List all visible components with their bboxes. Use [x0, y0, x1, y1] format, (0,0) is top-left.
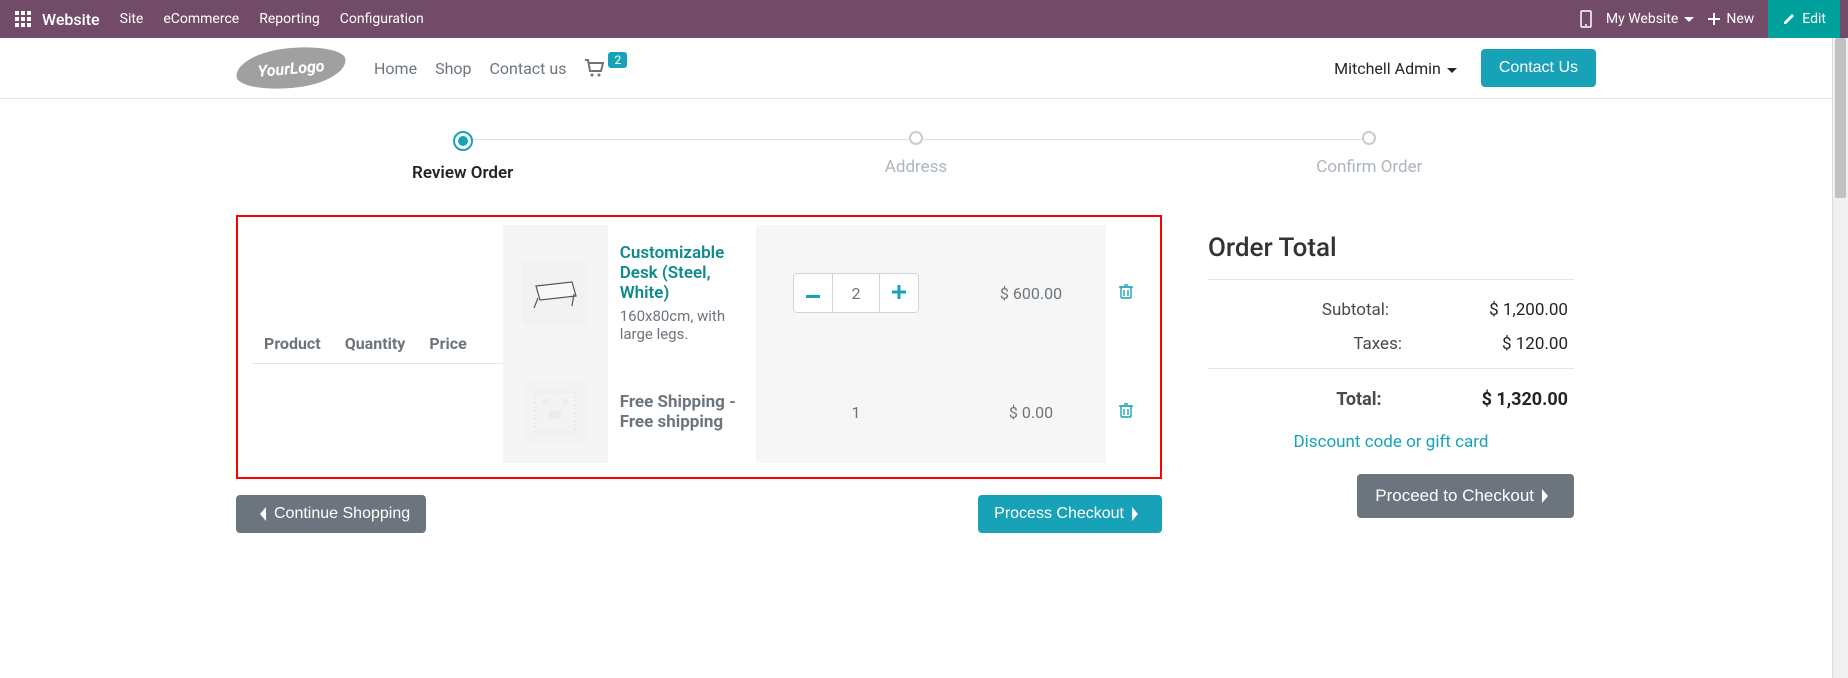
qty-value[interactable]: 2: [832, 274, 880, 312]
menu-ecommerce[interactable]: eCommerce: [163, 11, 239, 27]
order-summary: Order Total Subtotal: $ 1,200.00 Taxes: …: [1186, 215, 1596, 536]
proceed-checkout-button[interactable]: Proceed to Checkout: [1357, 474, 1574, 518]
step-dot-active: [453, 131, 473, 151]
qty-decrease-button[interactable]: [794, 274, 832, 312]
edit-button[interactable]: Edit: [1768, 0, 1840, 38]
process-checkout-label: Process Checkout: [994, 505, 1124, 523]
cart-row: Customizable Desk (Steel, White) 160x80c…: [503, 225, 1146, 361]
line-price: $ 600.00: [956, 225, 1106, 361]
new-button[interactable]: New: [1708, 11, 1754, 27]
contact-us-button[interactable]: Contact Us: [1481, 49, 1596, 87]
chevron-right-icon: [1130, 507, 1140, 521]
product-image: [522, 379, 588, 445]
apps-icon[interactable]: [14, 10, 32, 28]
total-value: $ 1,320.00: [1482, 389, 1568, 410]
cart-table: Product Quantity Price: [252, 225, 1146, 463]
continue-shopping-button[interactable]: Continue Shopping: [236, 495, 426, 533]
discount-code-link[interactable]: Discount code or gift card: [1294, 432, 1489, 452]
remove-line-button[interactable]: [1119, 402, 1133, 423]
process-checkout-button[interactable]: Process Checkout: [978, 495, 1162, 533]
menu-site[interactable]: Site: [120, 11, 144, 27]
nav-contact-us[interactable]: Contact us: [489, 59, 566, 78]
cart-highlight-box: Product Quantity Price: [236, 215, 1162, 479]
app-bar: Website Site eCommerce Reporting Configu…: [0, 0, 1848, 38]
line-price: $ 0.00: [956, 361, 1106, 463]
step-review[interactable]: Review Order: [236, 131, 689, 183]
nav-home[interactable]: Home: [374, 59, 417, 78]
chevron-down-icon: [1447, 59, 1457, 78]
quantity-stepper: 2: [793, 273, 919, 313]
total-label: Total:: [1214, 389, 1382, 410]
user-menu[interactable]: Mitchell Admin: [1334, 59, 1457, 78]
menu-configuration[interactable]: Configuration: [340, 11, 424, 27]
product-name: Free Shipping - Free shipping: [620, 392, 744, 432]
product-name-link[interactable]: Customizable Desk (Steel, White): [620, 243, 725, 303]
col-quantity: Quantity: [333, 324, 418, 364]
my-website-dropdown[interactable]: My Website: [1606, 11, 1694, 27]
order-total-title: Order Total: [1208, 233, 1574, 263]
logo[interactable]: YourLogo: [234, 43, 347, 92]
taxes-label: Taxes:: [1214, 334, 1402, 354]
site-header: YourLogo Home Shop Contact us 2 Mitchell…: [216, 38, 1616, 98]
plus-icon: [892, 285, 906, 299]
taxes-value: $ 120.00: [1502, 334, 1568, 354]
col-price: Price: [417, 324, 478, 364]
minus-icon: [806, 295, 820, 299]
my-website-label: My Website: [1606, 11, 1678, 27]
chevron-left-icon: [258, 507, 268, 521]
subtotal-value: $ 1,200.00: [1489, 300, 1568, 320]
menu-reporting[interactable]: Reporting: [259, 11, 320, 27]
proceed-checkout-label: Proceed to Checkout: [1375, 486, 1534, 506]
continue-shopping-label: Continue Shopping: [274, 505, 410, 523]
step-confirm-label: Confirm Order: [1143, 157, 1596, 177]
scrollbar-thumb[interactable]: [1835, 38, 1846, 198]
edit-button-label: Edit: [1802, 11, 1826, 27]
cart-row: Free Shipping - Free shipping 1 $ 0.00: [503, 361, 1146, 463]
product-image: [522, 260, 588, 326]
qty-value-static: 1: [852, 403, 861, 422]
trash-icon: [1119, 283, 1133, 299]
nav-shop[interactable]: Shop: [435, 59, 471, 78]
app-title[interactable]: Website: [42, 10, 100, 29]
scrollbar[interactable]: [1832, 38, 1848, 678]
trash-icon: [1119, 402, 1133, 418]
mobile-preview-icon[interactable]: [1580, 10, 1592, 28]
remove-line-button[interactable]: [1119, 283, 1133, 304]
step-dot: [1362, 131, 1376, 145]
user-name: Mitchell Admin: [1334, 59, 1441, 78]
cart-badge: 2: [608, 52, 627, 68]
cart-icon: [584, 59, 604, 77]
cart-link[interactable]: 2: [584, 59, 627, 77]
product-description: 160x80cm, with large legs.: [620, 307, 744, 343]
chevron-right-icon: [1540, 489, 1550, 503]
col-product: Product: [252, 324, 333, 364]
step-review-label: Review Order: [236, 163, 689, 183]
step-address-label: Address: [689, 157, 1142, 177]
new-button-label: New: [1726, 11, 1754, 27]
chevron-down-icon: [1684, 11, 1694, 27]
checkout-steps: Review Order Address Confirm Order: [236, 131, 1596, 183]
step-dot: [909, 131, 923, 145]
qty-increase-button[interactable]: [880, 274, 918, 312]
subtotal-label: Subtotal:: [1214, 300, 1389, 320]
